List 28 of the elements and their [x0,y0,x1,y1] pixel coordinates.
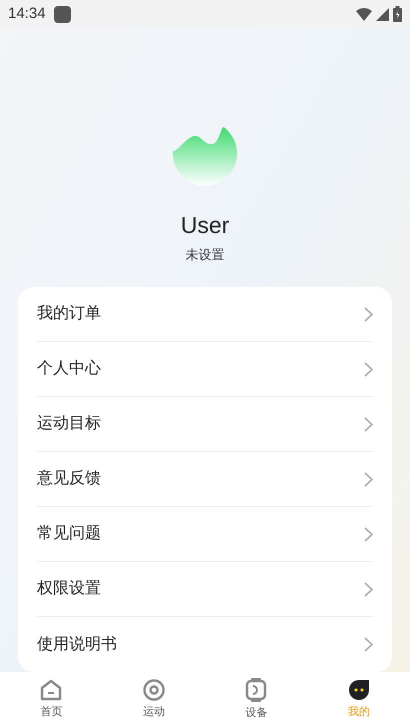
notification-icon [54,6,71,22]
menu-item[interactable]: 意见反馈 [37,452,373,507]
tab[interactable]: 设备 [205,672,308,728]
menu-item[interactable]: 权限设置 [37,562,373,617]
battery-icon [393,6,402,22]
tab[interactable]: 运动 [102,672,205,728]
menu-item[interactable]: 运动目标 [37,397,373,452]
menu-item[interactable]: 常见问题 [37,507,373,562]
signal-icon [376,8,389,20]
menu-item[interactable]: 我的订单 [37,287,373,342]
chevron-right-icon [364,526,373,542]
target-icon [142,679,165,702]
chevron-right-icon [364,362,373,376]
tab[interactable]: 首页 [0,672,102,728]
chevron-right-icon [364,637,373,652]
chevron-right-icon [364,416,373,432]
menu-item[interactable]: 个人中心 [37,342,373,397]
chevron-right-icon [364,472,373,486]
chevron-right-icon [364,582,373,596]
watch-icon [245,678,268,702]
wifi-icon [356,8,372,20]
user-name: User [180,210,230,240]
status-time: 14:34 [8,4,46,24]
menu-item[interactable]: 使用说明书 [37,617,373,672]
user-subtitle: 未设置 [186,246,224,264]
mascot-icon [348,679,370,702]
home-icon [40,679,62,702]
chevron-right-icon [364,306,373,322]
